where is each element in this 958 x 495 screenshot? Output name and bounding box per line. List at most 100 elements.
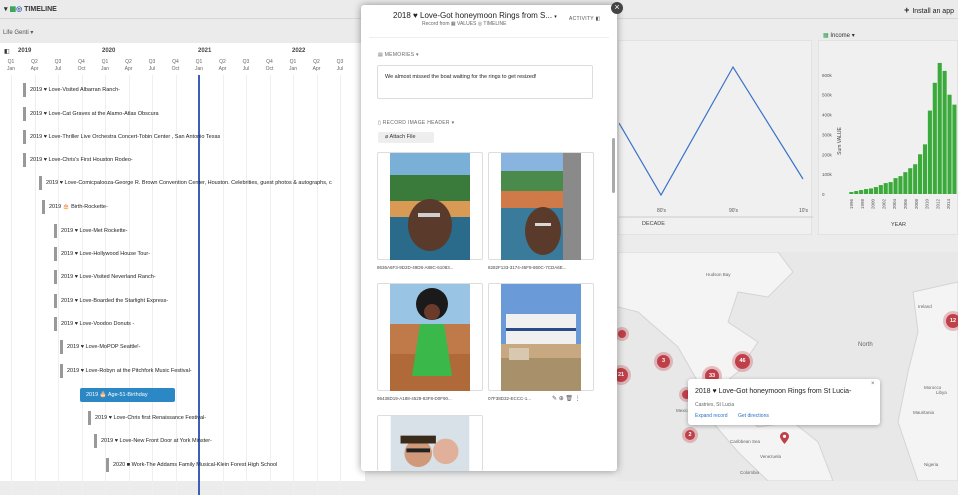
edit-icon[interactable]: ✎ <box>552 396 559 402</box>
view-switcher[interactable]: Life Genti ▾ <box>3 29 33 36</box>
timeline-event[interactable]: 2019 ♥ Love-Robyn at the Pitchfork Music… <box>60 364 192 378</box>
timeline-event[interactable]: 2019 ♥ Love-Visited Albarran Ranch- <box>23 83 120 97</box>
delete-icon[interactable]: 🗑 <box>565 396 574 402</box>
income-bar[interactable] <box>864 189 869 194</box>
event-bar[interactable] <box>106 458 109 472</box>
install-app-button[interactable]: + Install an app <box>904 5 954 15</box>
attachment-thumbnail[interactable] <box>377 415 483 471</box>
event-bar[interactable] <box>54 317 57 331</box>
map-label: Venezuela <box>760 454 782 459</box>
close-icon[interactable]: × <box>611 2 623 14</box>
drag-handle-icon[interactable]: ⋮ <box>575 396 581 402</box>
collapse-icon[interactable]: ◧ <box>4 48 10 55</box>
income-bar[interactable] <box>952 104 957 194</box>
event-bar[interactable] <box>60 364 63 378</box>
quarter-header: Q4 Oct <box>77 59 86 72</box>
income-bar[interactable] <box>898 176 903 194</box>
income-bar[interactable] <box>937 62 942 194</box>
popup-title[interactable]: 2018 ♥ Love-Got honeymoon Rings from St … <box>695 388 851 395</box>
timeline-event[interactable]: 2019 🎂 Birth-Rockette- <box>42 200 108 214</box>
map-pin-icon[interactable] <box>780 432 789 444</box>
income-bar-chart: 0 100k 200k 300k 400k 500k 600k 1996 1998 2000 200… <box>822 62 957 228</box>
timeline-event[interactable]: 2019 ♥ Love-Chris's First Houston Rodeo- <box>23 153 133 167</box>
event-bar[interactable] <box>23 83 26 97</box>
memories-field-label[interactable]: ▤ MEMORIES ▾ <box>378 52 419 58</box>
timeline-event[interactable]: 2019 ♥ Love-Thriller Live Orchestra Conc… <box>23 130 220 144</box>
timeline-event[interactable]: 2019 ♥ Love-Cat Graves at the Alamo-Atla… <box>23 107 159 121</box>
timeline-canvas[interactable]: ◧ 2019 2020 2021 2022 Q1 Jan Q2 Apr Q3 Jul Q4 Oct Q… <box>0 43 365 495</box>
event-bar[interactable] <box>88 411 91 425</box>
event-bar[interactable] <box>54 270 57 284</box>
income-bar[interactable] <box>913 164 918 194</box>
income-bar[interactable] <box>868 188 874 194</box>
income-bar[interactable] <box>903 172 908 194</box>
event-bar[interactable] <box>39 176 42 190</box>
timeline-event[interactable]: 2019 ♥ Love-Met Rockette- <box>54 224 128 238</box>
quarter-header: Q4 Oct <box>265 59 274 72</box>
income-bar[interactable] <box>888 182 893 194</box>
get-directions-link[interactable]: Get directions <box>738 413 769 419</box>
income-bar[interactable] <box>873 187 878 194</box>
map-cluster[interactable]: 12 <box>946 314 958 328</box>
attachment-thumbnail[interactable] <box>488 283 594 391</box>
map-label: North <box>858 342 873 348</box>
income-bar[interactable] <box>893 178 898 194</box>
y-tick-label: 100k <box>822 172 833 177</box>
attachment-thumbnail[interactable] <box>377 152 483 260</box>
event-label: 2019 ♥ Love-Cat Graves at the Alamo-Atla… <box>30 111 159 117</box>
attachment-thumbnail[interactable] <box>377 283 483 391</box>
attachment-thumbnail[interactable] <box>488 152 594 260</box>
map-cluster[interactable]: 2 <box>685 430 695 440</box>
income-bar[interactable] <box>859 190 864 194</box>
income-bar[interactable] <box>927 110 932 194</box>
event-bar[interactable] <box>23 107 26 121</box>
timeline-event[interactable]: 2019 ♥ Love-MoPOP Seattle!- <box>60 340 140 354</box>
income-bar[interactable] <box>849 192 854 194</box>
income-bar[interactable] <box>942 70 947 194</box>
event-bar[interactable] <box>23 130 26 144</box>
event-bar[interactable] <box>54 224 57 238</box>
map-cluster[interactable] <box>618 330 626 338</box>
record-title[interactable]: 2018 ♥ Love-Got honeymoon Rings from S..… <box>393 11 557 20</box>
event-bar[interactable] <box>94 434 97 448</box>
timeline-event[interactable]: 2019 ♥ Love-Hollywood House Tour- <box>54 247 150 261</box>
income-bar[interactable] <box>918 154 923 194</box>
event-bar[interactable] <box>23 153 26 167</box>
decade-chart[interactable]: 80's 90's 10's DECADE <box>618 40 813 235</box>
chevron-down-icon: ▾ <box>30 30 34 36</box>
event-bar[interactable] <box>60 340 63 354</box>
close-icon[interactable]: × <box>871 381 875 387</box>
event-bar[interactable] <box>54 294 57 308</box>
timeline-event[interactable]: 2019 ♥ Love-New Front Door at York Minst… <box>94 434 212 448</box>
income-bar[interactable] <box>922 144 928 194</box>
map-view[interactable]: Hudson Bay Ireland North Morocco Maurita… <box>614 251 958 482</box>
timeline-event[interactable]: 2019 ♥ Love-Visited Neverland Ranch- <box>54 270 156 284</box>
activity-toggle[interactable]: ACTIVITY ◧ <box>569 16 601 22</box>
expand-record-link[interactable]: Expand record <box>695 413 728 419</box>
memories-textarea[interactable]: We almost missed the boat waiting for th… <box>377 65 593 99</box>
income-bar[interactable] <box>908 168 913 194</box>
income-bar[interactable] <box>947 94 952 194</box>
timeline-event[interactable]: 2019 ♥ Love-Voodoo Donuts - <box>54 317 134 331</box>
map-cluster[interactable]: 46 <box>735 354 750 369</box>
income-bar[interactable] <box>883 183 888 194</box>
y-tick-label: 600k <box>822 73 833 78</box>
popup-location: Castries, St Lucia <box>695 402 735 408</box>
income-bar[interactable] <box>932 82 937 194</box>
timeline-event[interactable]: 2019 ♥ Love-Chris first Renaissance Fest… <box>88 411 206 425</box>
modal-scrollbar[interactable] <box>612 138 615 193</box>
image-header-field-label[interactable]: ▯ RECORD IMAGE HEADER ▾ <box>378 120 454 126</box>
income-chart[interactable]: ▦ Income ▾ 0 100k 200k 300k 400k 500k 600k 1996… <box>818 33 958 235</box>
timeline-event[interactable]: 2019 🎂 Age-51-Birthday <box>80 388 175 402</box>
base-title[interactable]: ▾ ▦◎ TIMELINE <box>4 5 57 13</box>
attach-file-button[interactable]: ⌀ Attach File <box>378 132 434 143</box>
map-cluster[interactable]: 3 <box>657 355 670 368</box>
income-bar[interactable] <box>878 185 883 194</box>
timeline-event[interactable]: 2020 ■ Work-The Addams Family Musical-Kl… <box>106 458 277 472</box>
map-label: Colombia <box>740 470 760 475</box>
timeline-event[interactable]: 2019 ♥ Love-Boarded the Starlight Expres… <box>54 294 168 308</box>
income-bar[interactable] <box>854 191 859 194</box>
event-bar[interactable] <box>54 247 57 261</box>
event-bar[interactable] <box>42 200 45 214</box>
timeline-event[interactable]: 2019 ♥ Love-Comicpalooza-George R. Brown… <box>39 176 332 190</box>
